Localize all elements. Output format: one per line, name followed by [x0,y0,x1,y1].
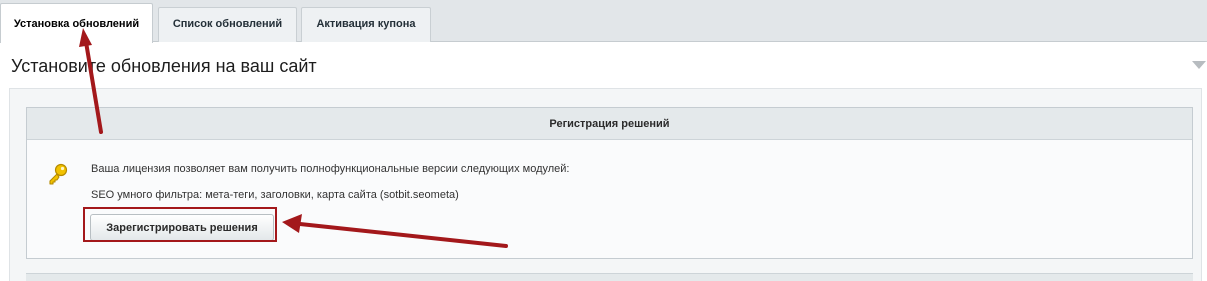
tab-updates-list[interactable]: Список обновлений [158,7,297,42]
page-title: Установите обновления на ваш сайт [11,56,317,76]
registration-header: Регистрация решений [27,108,1192,140]
tab-install-updates[interactable]: Установка обновлений [0,3,153,43]
tabs-bar: Установка обновлений Список обновлений А… [0,0,1207,43]
license-text: Ваша лицензия позволяет вам получить пол… [91,163,570,175]
button-highlight-frame [83,207,277,242]
triangle-down-icon[interactable] [1192,61,1206,69]
next-section-header [26,273,1193,281]
tab-coupon-activation[interactable]: Активация купона [301,7,431,42]
module-text: SEO умного фильтра: мета-теги, заголовки… [91,189,459,201]
key-icon [47,163,69,192]
